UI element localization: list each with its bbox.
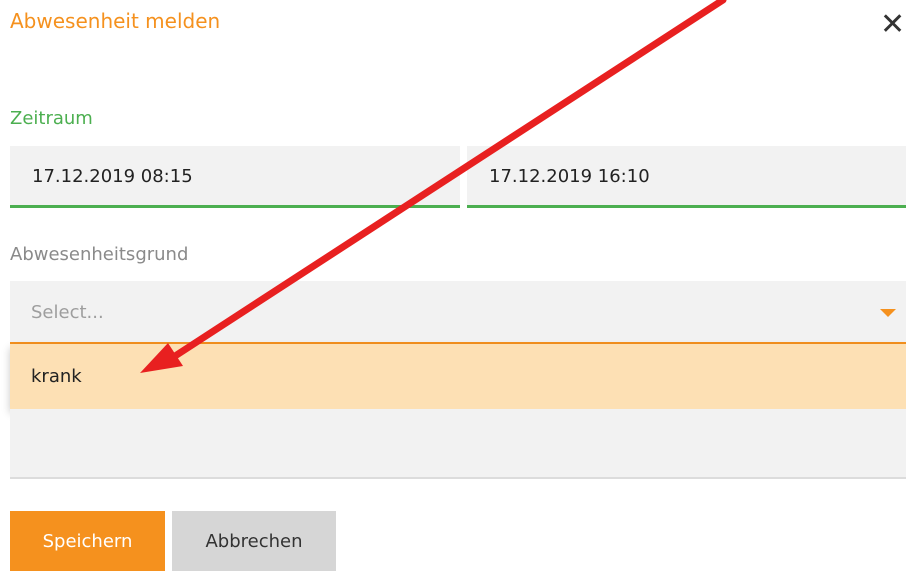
reason-dropdown-menu: krank [10, 344, 906, 409]
empty-field [10, 409, 906, 479]
dropdown-option-krank[interactable]: krank [31, 366, 82, 387]
dialog-title: Abwesenheit melden [10, 9, 221, 33]
date-from-value: 17.12.2019 08:15 [32, 166, 193, 187]
close-icon[interactable]: ✕ [880, 6, 905, 44]
reason-select[interactable]: Select... [10, 281, 906, 344]
date-from-field[interactable]: 17.12.2019 08:15 [10, 146, 460, 208]
cancel-button[interactable]: Abbrechen [172, 511, 336, 571]
period-label: Zeitraum [10, 108, 93, 129]
reason-select-placeholder: Select... [31, 302, 104, 323]
date-to-value: 17.12.2019 16:10 [489, 166, 650, 187]
reason-label: Abwesenheitsgrund [10, 244, 189, 265]
save-button[interactable]: Speichern [10, 511, 165, 571]
date-to-field[interactable]: 17.12.2019 16:10 [467, 146, 906, 208]
dropdown-arrow-icon[interactable] [880, 309, 896, 317]
